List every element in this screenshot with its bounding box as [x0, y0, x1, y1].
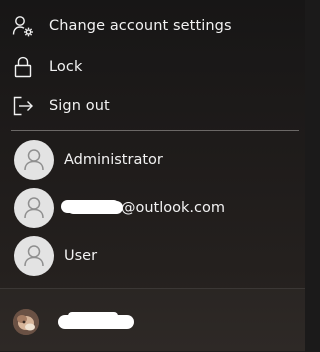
- account-flyout-menu: Change account settings Lock Sign out Ad…: [0, 0, 305, 351]
- redacted-user-name: [58, 312, 134, 329]
- account-name: Administrator: [64, 152, 163, 168]
- current-user-button[interactable]: [0, 288, 305, 352]
- lock-icon: [11, 55, 35, 79]
- lock-label: Lock: [49, 59, 83, 75]
- person-gear-icon: [11, 14, 35, 38]
- account-email-domain: @outlook.com: [121, 200, 225, 216]
- account-item-user[interactable]: User: [0, 233, 305, 279]
- account-email: @outlook.com: [64, 199, 225, 217]
- default-user-avatar-icon: [14, 236, 54, 276]
- lock-item[interactable]: Lock: [0, 48, 305, 86]
- user-photo-avatar: [13, 309, 39, 335]
- default-user-avatar-icon: [14, 140, 54, 180]
- default-user-avatar-icon: [14, 188, 54, 228]
- sign-out-label: Sign out: [49, 98, 110, 114]
- sign-out-item[interactable]: Sign out: [0, 87, 305, 125]
- account-item-outlook[interactable]: @outlook.com: [0, 185, 305, 231]
- change-account-settings-item[interactable]: Change account settings: [0, 7, 305, 45]
- account-name: User: [64, 248, 98, 264]
- account-item-administrator[interactable]: Administrator: [0, 137, 305, 183]
- menu-divider: [11, 130, 299, 131]
- change-account-settings-label: Change account settings: [49, 18, 232, 34]
- sign-out-icon: [11, 94, 35, 118]
- redaction-mark: [64, 200, 120, 213]
